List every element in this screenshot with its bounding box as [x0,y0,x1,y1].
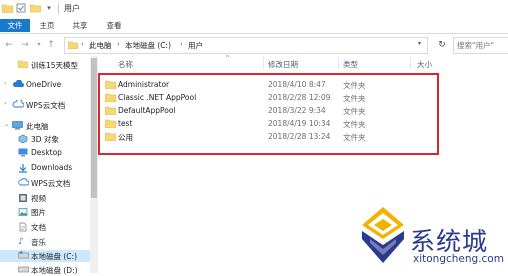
search-input[interactable]: 搜索"用户" [453,37,508,54]
sidebar-item-pictures[interactable]: 图片 [0,206,90,218]
sidebar-item-label: 图片 [31,208,46,217]
sidebar-item-wps-cloud[interactable]: › WPS云文档 [0,99,90,111]
column-header: 名称 ^ 修改日期 类型 大小 [98,55,508,70]
navigation-bar: ← → ▾ ↑ › 此电脑 › 本地磁盘 (C:) › 用户 ▾ ↻ 搜索"用户… [0,34,508,56]
picture-icon [18,207,28,217]
sidebar-item-local-disk-d[interactable]: 本地磁盘 (D:) [0,264,90,276]
desktop-icon [18,148,28,157]
computer-icon [12,121,23,130]
sidebar-item-videos[interactable]: 视频 [0,192,90,204]
refresh-icon[interactable]: ↻ [437,40,447,50]
sidebar-item-wps-cloud-2[interactable]: WPS云文档 [0,177,90,189]
sidebar-item-label: OneDrive [26,80,62,89]
cloud-icon [18,178,29,186]
sidebar-item-label: 音乐 [31,238,46,247]
breadcrumb-this-pc[interactable]: 此电脑 [89,40,112,51]
column-divider[interactable] [410,57,411,69]
breadcrumb-local-disk[interactable]: 本地磁盘 (C:) [125,40,171,51]
forward-arrow-icon[interactable]: → [20,40,30,50]
tab-view[interactable]: 查看 [104,19,124,32]
drive-icon [18,251,29,259]
sidebar-item-label: Downloads [31,163,73,172]
sidebar-item-label: WPS云文档 [26,101,66,110]
sidebar-item-documents[interactable]: 文档 [0,221,90,233]
new-folder-icon[interactable] [30,3,41,13]
up-arrow-icon[interactable]: ↑ [46,40,56,50]
collapse-chevron-icon[interactable]: ⌄ [4,121,9,128]
folder-icon [18,60,28,68]
sidebar-item-label: 3D 对象 [31,135,59,144]
highlight-box [98,73,439,155]
sidebar-item-training-folder[interactable]: 训练15天模型 [0,59,90,71]
sidebar-item-music[interactable]: ♪ 音乐 [0,236,90,248]
sidebar-item-this-pc[interactable]: ⌄ 此电脑 [0,120,90,132]
download-icon [18,163,28,173]
address-dropdown-icon[interactable]: ▾ [418,40,421,47]
folder-icon [2,4,13,13]
tab-share[interactable]: 共享 [70,19,90,32]
breadcrumb-separator-icon: › [81,40,84,48]
column-modified[interactable]: 修改日期 [268,59,298,70]
sort-arrow-icon: ^ [225,55,231,62]
title-separator [58,3,59,14]
sidebar-item-label: 训练15天模型 [31,61,79,70]
watermark-url: xitongcheng.com [413,253,504,265]
cloud-icon [12,100,24,108]
tab-home[interactable]: 主页 [37,19,57,32]
sidebar-item-label: WPS云文档 [31,179,71,188]
column-name[interactable]: 名称 [118,59,133,70]
expand-chevron-icon[interactable]: › [4,100,6,107]
sidebar-item-label: 此电脑 [26,122,49,131]
sidebar-scrollbar-thumb[interactable] [91,58,97,198]
sidebar-item-label: 文档 [31,223,46,232]
sidebar-item-3d-objects[interactable]: 3D 对象 [0,133,90,145]
back-arrow-icon[interactable]: ← [4,40,14,50]
ribbon-tabs: 文件 主页 共享 查看 [0,18,508,34]
cube-icon [18,134,28,144]
sidebar-item-label: 本地磁盘 (C:) [31,252,77,261]
folder-icon [68,41,78,49]
navigation-pane: 训练15天模型 › OneDrive › WPS云文档 ⌄ 此电脑 3D 对象 … [0,56,98,276]
sidebar-item-desktop[interactable]: Desktop [0,147,90,159]
expand-chevron-icon[interactable]: › [4,80,6,87]
recent-chevron-icon[interactable]: ▾ [34,40,44,50]
tab-file[interactable]: 文件 [0,19,30,32]
watermark-logo-icon [358,205,408,265]
drive-icon [18,265,29,273]
column-divider[interactable] [338,57,339,69]
sidebar-item-local-disk-c[interactable]: 本地磁盘 (C:) [0,250,90,262]
sidebar-item-onedrive[interactable]: › OneDrive [0,79,90,91]
customize-chevron-icon[interactable]: ▾ [44,3,54,13]
search-placeholder: 搜索"用户" [457,41,494,50]
cloud-icon [12,80,24,88]
breadcrumb-separator-icon: › [180,40,183,48]
document-icon [18,222,28,232]
sidebar-item-downloads[interactable]: Downloads [0,162,90,174]
music-icon: ♪ [18,237,24,247]
breadcrumb-separator-icon: › [117,40,120,48]
column-type[interactable]: 类型 [343,59,358,70]
address-bar[interactable]: › 此电脑 › 本地磁盘 (C:) › 用户 [64,37,428,54]
title-bar: ▾ 用户 [0,0,508,18]
window-title: 用户 [64,4,80,13]
column-size[interactable]: 大小 [417,59,432,70]
sidebar-item-label: Desktop [31,148,62,157]
column-divider[interactable] [263,57,264,69]
video-icon [18,193,28,203]
breadcrumb-users[interactable]: 用户 [188,40,203,51]
properties-icon[interactable] [16,3,26,13]
sidebar-item-label: 本地磁盘 (D:) [31,266,78,275]
sidebar-item-label: 视频 [31,194,46,203]
